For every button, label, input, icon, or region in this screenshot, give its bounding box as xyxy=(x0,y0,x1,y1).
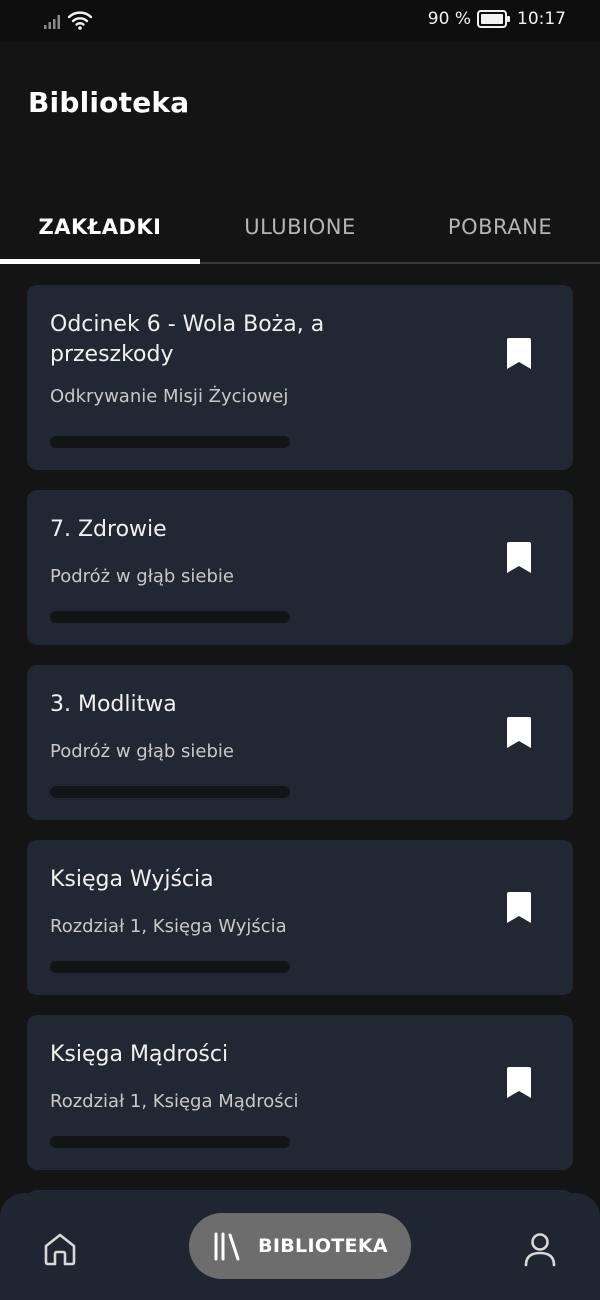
list-item[interactable]: 3. Modlitwa Podróż w głąb siebie xyxy=(27,665,573,820)
bookmark-icon[interactable] xyxy=(505,1067,533,1099)
progress-bar xyxy=(50,1136,290,1148)
bookmark-icon[interactable] xyxy=(505,338,533,370)
tab-bar: ZAKŁADKI ULUBIONE POBRANE xyxy=(0,192,600,264)
item-title: Księga Wyjścia xyxy=(50,867,214,892)
bookmark-icon[interactable] xyxy=(505,892,533,924)
item-subtitle: Podróż w głąb siebie xyxy=(50,741,234,762)
item-subtitle: Rozdział 1, Księga Mądrości xyxy=(50,1091,299,1112)
page-title: Biblioteka xyxy=(28,86,190,119)
item-subtitle: Podróż w głąb siebie xyxy=(50,566,234,587)
item-title: Księga Mądrości xyxy=(50,1042,229,1067)
library-nav-label: BIBLIOTEKA xyxy=(258,1235,388,1257)
bookmark-icon[interactable] xyxy=(505,717,533,749)
app-header: Biblioteka xyxy=(0,42,600,192)
bottom-nav: BIBLIOTEKA xyxy=(0,1193,600,1300)
status-left xyxy=(44,10,92,30)
item-subtitle: Rozdział 1, Księga Wyjścia xyxy=(50,916,287,937)
list-item[interactable]: Księga Mądrości Rozdział 1, Księga Mądro… xyxy=(27,1015,573,1170)
item-title: 7. Zdrowie xyxy=(50,517,167,542)
item-subtitle: Odkrywanie Misji Życiowej xyxy=(50,386,289,407)
wifi-icon xyxy=(68,11,92,30)
tab-bookmarks[interactable]: ZAKŁADKI xyxy=(0,192,200,264)
library-icon xyxy=(214,1232,240,1261)
tab-favorites[interactable]: ULUBIONE xyxy=(200,192,400,262)
bookmark-icon[interactable] xyxy=(505,542,533,574)
list-item[interactable]: Księga Wyjścia Rozdział 1, Księga Wyjści… xyxy=(27,840,573,995)
status-right: 90 % 10:17 xyxy=(428,9,566,29)
clock: 10:17 xyxy=(517,9,566,29)
progress-bar xyxy=(50,786,290,798)
item-title: Odcinek 6 - Wola Boża, a przeszkody xyxy=(50,312,325,367)
battery-percent: 90 % xyxy=(427,9,471,29)
progress-bar xyxy=(50,436,290,448)
home-icon[interactable] xyxy=(40,1229,80,1269)
progress-bar xyxy=(50,611,290,623)
bookmark-list: Odcinek 6 - Wola Boża, a przeszkody Odkr… xyxy=(27,285,573,1190)
list-item[interactable]: 7. Zdrowie Podróż w głąb siebie xyxy=(27,490,573,645)
item-title: 3. Modlitwa xyxy=(50,692,177,717)
profile-icon[interactable] xyxy=(520,1229,560,1269)
battery-icon xyxy=(477,10,510,28)
status-bar: 90 % 10:17 xyxy=(0,0,600,42)
list-item[interactable]: Odcinek 6 - Wola Boża, a przeszkody Odkr… xyxy=(27,285,573,470)
signal-icon xyxy=(44,15,60,29)
tab-downloads[interactable]: POBRANE xyxy=(400,192,600,262)
progress-bar xyxy=(50,961,290,973)
library-nav-button[interactable]: BIBLIOTEKA xyxy=(189,1213,411,1279)
